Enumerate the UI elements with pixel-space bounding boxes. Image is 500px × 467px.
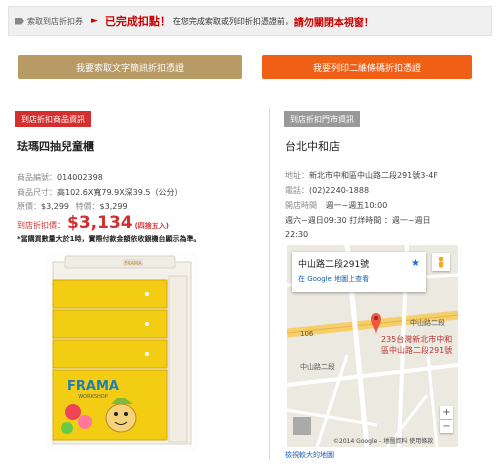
- product-id-row: 商品編號：014002398: [17, 172, 103, 183]
- price-row: 原價：$3,299 特價：$3,299: [17, 201, 128, 212]
- phone-label: 電話：: [285, 186, 309, 195]
- directions-icon[interactable]: ★: [411, 258, 420, 269]
- map-copyright: ©2014 Google - 地圖資料 使用條款: [333, 438, 434, 445]
- address-label: 地址：: [285, 171, 309, 180]
- product-size-label: 商品尺寸：: [17, 188, 57, 197]
- product-id-value: 014002398: [57, 173, 103, 182]
- original-price: $3,299: [41, 202, 69, 211]
- store-hours-row-2: 週六~週日09:30 打烊時間 ：週一~週日: [285, 216, 431, 225]
- product-size-value: 高102.6X寬79.9X深39.5（公分）: [57, 188, 183, 197]
- map-address-line: 235台灣新北市中和: [381, 335, 453, 344]
- tag-icon: [15, 17, 24, 25]
- product-image: FRAMA FRAMA WORKSHOP: [45, 252, 197, 452]
- print-qr-coupon-button[interactable]: 我要列印二維條碼折扣憑證: [262, 55, 472, 79]
- map-road-label: 中山路二段: [410, 319, 445, 327]
- completion-message: 已完成扣點！: [104, 15, 171, 28]
- store-price-label: 到店折扣價：: [17, 221, 65, 230]
- store-hours-row-3: 22:30: [285, 230, 309, 239]
- store-hours-row: 開店時間 週一~週五10:00: [285, 200, 387, 211]
- store-phone-row: 電話：(02)2240-1888: [285, 185, 369, 196]
- special-price: $3,299: [99, 202, 128, 211]
- map-road-label: 中山路二段: [300, 363, 335, 371]
- map-road-label: 106: [300, 330, 314, 338]
- hours-label: 開店時間: [285, 201, 317, 210]
- zoom-out-button[interactable]: −: [440, 420, 453, 433]
- drawer-sub-text: WORKSHOP: [78, 394, 108, 400]
- map-card-title: 中山路二段291號: [298, 260, 370, 270]
- store-price-row: 到店折扣價： $3,134 (四捨五入): [17, 213, 169, 233]
- drawer-brand-text: FRAMA: [67, 379, 119, 394]
- breadcrumb-label: 索取到店折扣券: [27, 16, 83, 26]
- zoom-in-button[interactable]: +: [440, 406, 453, 419]
- original-price-label: 原價：: [17, 202, 41, 211]
- quantity-warning: *當購買數量大於1時，實際付款金額依收銀機台顯示為準。: [17, 235, 201, 243]
- store-address: 新北市中和區中山路二段291號3-4F: [309, 171, 438, 180]
- view-in-google-maps-link[interactable]: 在 Google 地圖上查看: [298, 274, 420, 284]
- request-text-coupon-button[interactable]: 我要索取文字簡訊折扣憑證: [18, 55, 242, 79]
- product-info-tag: 到店折扣商品資訊: [15, 111, 91, 127]
- map-address-line: 區中山路二段291號: [381, 346, 453, 355]
- logo-badge-text: FRAMA: [124, 261, 142, 267]
- product-id-label: 商品編號：: [17, 173, 57, 182]
- map-pin-address: 235台灣新北市中和 區中山路二段291號: [381, 334, 452, 356]
- store-phone: (02)2240-1888: [309, 186, 370, 195]
- product-title: 珐瑪四抽兒童櫃: [17, 140, 94, 153]
- map-info-card: 中山路二段291號 在 Google 地圖上查看 ★: [292, 252, 426, 292]
- store-info-tag: 到店折扣門市資訊: [284, 111, 360, 127]
- store-name: 台北中和店: [285, 140, 340, 153]
- breadcrumb: 索取到店折扣券: [15, 16, 83, 27]
- arrow-right-icon: ►: [91, 16, 98, 26]
- larger-map-link[interactable]: 檢視較大的地圖: [285, 450, 334, 460]
- rounding-note: (四捨五入): [134, 222, 170, 230]
- street-view-icon[interactable]: [432, 253, 450, 271]
- reminder-text: 在您完成索取或列印折扣憑證前，: [172, 16, 293, 26]
- column-divider: [269, 108, 270, 460]
- store-address-row: 地址：新北市中和區中山路二段291號3-4F: [285, 170, 438, 181]
- store-hours-1: 週一~週五10:00: [325, 201, 388, 210]
- do-not-close-warning: 請勿關閉本視窗！: [293, 17, 374, 29]
- store-price: $3,134: [67, 213, 133, 233]
- status-bar: 索取到店折扣券 ► 已完成扣點！ 在您完成索取或列印折扣憑證前， 請勿關閉本視窗…: [8, 6, 492, 36]
- product-size-row: 商品尺寸：高102.6X寬79.9X深39.5（公分）: [17, 187, 183, 198]
- special-price-label: 特價：: [75, 202, 100, 211]
